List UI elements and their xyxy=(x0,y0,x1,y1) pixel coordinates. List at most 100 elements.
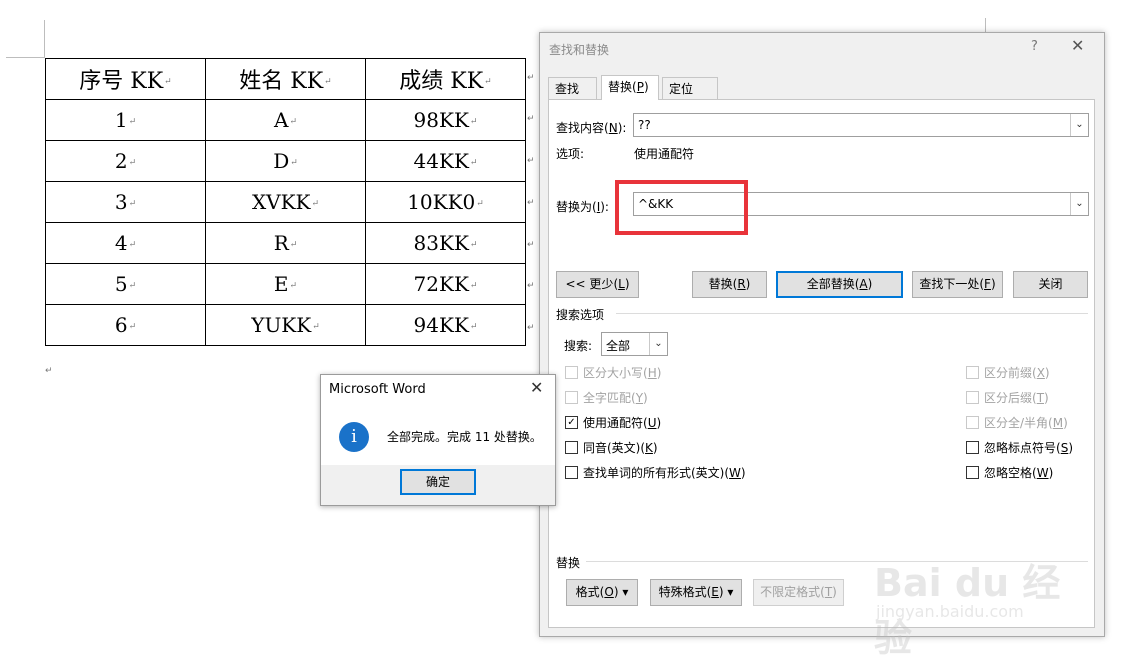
find-what-label: 查找内容(N): xyxy=(556,121,627,135)
table-header-row: 序号 KK↵ 姓名 KK↵ 成绩 KK↵ xyxy=(45,58,526,100)
checkbox-icon[interactable] xyxy=(966,466,979,479)
checkbox-icon[interactable] xyxy=(565,366,578,379)
tab-goto[interactable]: 定位(G) xyxy=(662,77,718,118)
no-format-button[interactable]: 不限定格式(T) xyxy=(753,579,844,606)
option-label-end: ) xyxy=(1063,416,1068,430)
chevron-down-icon[interactable]: ⌄ xyxy=(1070,114,1088,136)
find-what-combo[interactable]: ?? ⌄ xyxy=(633,113,1089,137)
options-label: 选项: xyxy=(556,147,585,161)
option-checkbox[interactable]: 同音(英文)(K) xyxy=(565,440,658,456)
dialog-title: 查找和替换 xyxy=(549,43,610,57)
table-cell[interactable]: 72KK↵ xyxy=(365,263,526,305)
option-hotkey: H xyxy=(647,366,657,380)
option-checkbox[interactable]: ✓ 使用通配符(U) xyxy=(565,415,661,431)
table-cell[interactable]: 98KK↵ xyxy=(365,99,526,141)
table-cell[interactable]: 5↵ xyxy=(45,263,206,305)
chevron-down-icon[interactable]: ⌄ xyxy=(1070,193,1088,215)
option-hotkey: Y xyxy=(635,391,644,405)
table-cell[interactable]: 2↵ xyxy=(45,140,206,182)
checkbox-icon[interactable] xyxy=(966,366,979,379)
table-row: 2↵ D↵ 44KK↵ xyxy=(45,140,526,182)
table-cell[interactable]: 44KK↵ xyxy=(365,140,526,182)
table-cell[interactable]: 成绩 KK↵ xyxy=(365,58,526,100)
table-row: 6↵ YUKK↵ 94KK↵ xyxy=(45,304,526,346)
message-box-title: Microsoft Word xyxy=(329,382,426,397)
table-cell[interactable]: 3↵ xyxy=(45,181,206,223)
table-cell[interactable]: 1↵ xyxy=(45,99,206,141)
option-checkbox[interactable]: 区分大小写(H) xyxy=(565,365,661,381)
table-cell[interactable]: 序号 KK↵ xyxy=(45,58,206,100)
close-icon[interactable]: ✕ xyxy=(1071,36,1084,55)
table-row: 5↵ E↵ 72KK↵ xyxy=(45,263,526,305)
checkbox-icon[interactable] xyxy=(565,466,578,479)
help-button[interactable]: ? xyxy=(1031,39,1038,54)
table-cell[interactable]: 94KK↵ xyxy=(365,304,526,346)
table-cell[interactable]: 6↵ xyxy=(45,304,206,346)
search-label: 搜索: xyxy=(564,339,593,353)
option-hotkey: K xyxy=(645,441,653,455)
option-checkbox[interactable]: 区分全/半角(M) xyxy=(966,415,1068,431)
option-label-end: ) xyxy=(643,391,648,405)
row-end-mark: ↵ xyxy=(527,198,535,208)
checkbox-icon[interactable] xyxy=(966,441,979,454)
option-label-end: ) xyxy=(1044,391,1049,405)
search-options-heading: 搜索选项 xyxy=(556,308,605,322)
close-icon[interactable]: ✕ xyxy=(530,378,543,397)
option-checkbox[interactable]: 忽略标点符号(S) xyxy=(966,440,1073,456)
row-end-mark: ↵ xyxy=(527,323,535,333)
less-button[interactable]: << 更少(L) xyxy=(556,271,639,298)
option-label: 区分前缀( xyxy=(984,366,1037,380)
table-cell[interactable]: XVKK↵ xyxy=(205,181,366,223)
search-direction-select[interactable]: 全部 ⌄ xyxy=(601,332,668,356)
replace-button[interactable]: 替换(R) xyxy=(692,271,767,298)
table-cell[interactable]: R↵ xyxy=(205,222,366,264)
divider xyxy=(616,313,1088,314)
checkbox-icon[interactable] xyxy=(966,391,979,404)
table-cell[interactable]: 83KK↵ xyxy=(365,222,526,264)
document-table: 序号 KK↵ 姓名 KK↵ 成绩 KK↵ 1↵ A↵ 98KK↵ 2↵ D↵ 4… xyxy=(45,58,526,346)
ok-button[interactable]: 确定 xyxy=(400,469,476,495)
option-label: 区分大小写( xyxy=(583,366,648,380)
format-button[interactable]: 格式(O) ▾ xyxy=(566,579,638,606)
option-label-end: ) xyxy=(1068,441,1073,455)
option-checkbox[interactable]: 忽略空格(W) xyxy=(966,465,1053,481)
message-text: 全部完成。完成 11 处替换。 xyxy=(387,430,542,444)
option-label: 使用通配符( xyxy=(583,416,648,430)
replace-all-button[interactable]: 全部替换(A) xyxy=(776,271,903,298)
table-cell[interactable]: D↵ xyxy=(205,140,366,182)
find-next-button[interactable]: 查找下一处(F) xyxy=(912,271,1003,298)
special-format-button[interactable]: 特殊格式(E) ▾ xyxy=(650,579,742,606)
table-cell[interactable]: 10KK0↵ xyxy=(365,181,526,223)
paragraph-mark: ↵ xyxy=(45,366,53,376)
table-cell[interactable]: YUKK↵ xyxy=(205,304,366,346)
tab-find[interactable]: 查找(D) xyxy=(548,77,597,118)
option-checkbox[interactable]: 区分后缀(T) xyxy=(966,390,1049,406)
tab-replace[interactable]: 替换(P) xyxy=(601,75,659,100)
table-cell[interactable]: E↵ xyxy=(205,263,366,305)
replace-with-label: 替换为(I): xyxy=(556,200,609,214)
table-cell[interactable]: A↵ xyxy=(205,99,366,141)
page-right-margin-mark xyxy=(985,18,986,32)
table-row: 1↵ A↵ 98KK↵ xyxy=(45,99,526,141)
checkbox-icon[interactable] xyxy=(565,441,578,454)
checkbox-icon[interactable] xyxy=(966,416,979,429)
close-button[interactable]: 关闭 xyxy=(1013,271,1088,298)
dropdown-arrow-icon: ▾ xyxy=(622,585,629,599)
find-what-value: ?? xyxy=(638,118,651,132)
find-replace-dialog: 查找和替换 ? ✕ 查找(D) 替换(P) 定位(G) 查找内容(N): ?? … xyxy=(539,32,1105,637)
row-end-mark: ↵ xyxy=(527,73,535,83)
baidu-watermark: Bai du 经验 jingyan.baidu.com xyxy=(872,552,1082,660)
row-end-mark: ↵ xyxy=(527,114,535,124)
option-checkbox[interactable]: 查找单词的所有形式(英文)(W) xyxy=(565,465,746,481)
chevron-down-icon[interactable]: ⌄ xyxy=(649,333,667,355)
option-checkbox[interactable]: 区分前缀(X) xyxy=(966,365,1050,381)
option-checkbox[interactable]: 全字匹配(Y) xyxy=(565,390,648,406)
checkbox-icon[interactable] xyxy=(565,391,578,404)
options-value: 使用通配符 xyxy=(634,147,695,161)
table-cell[interactable]: 姓名 KK↵ xyxy=(205,58,366,100)
watermark-url: jingyan.baidu.com xyxy=(876,602,1024,621)
search-direction-value: 全部 xyxy=(606,339,631,353)
replace-heading: 替换 xyxy=(556,556,581,570)
checkbox-checked-icon[interactable]: ✓ xyxy=(565,416,578,429)
table-cell[interactable]: 4↵ xyxy=(45,222,206,264)
